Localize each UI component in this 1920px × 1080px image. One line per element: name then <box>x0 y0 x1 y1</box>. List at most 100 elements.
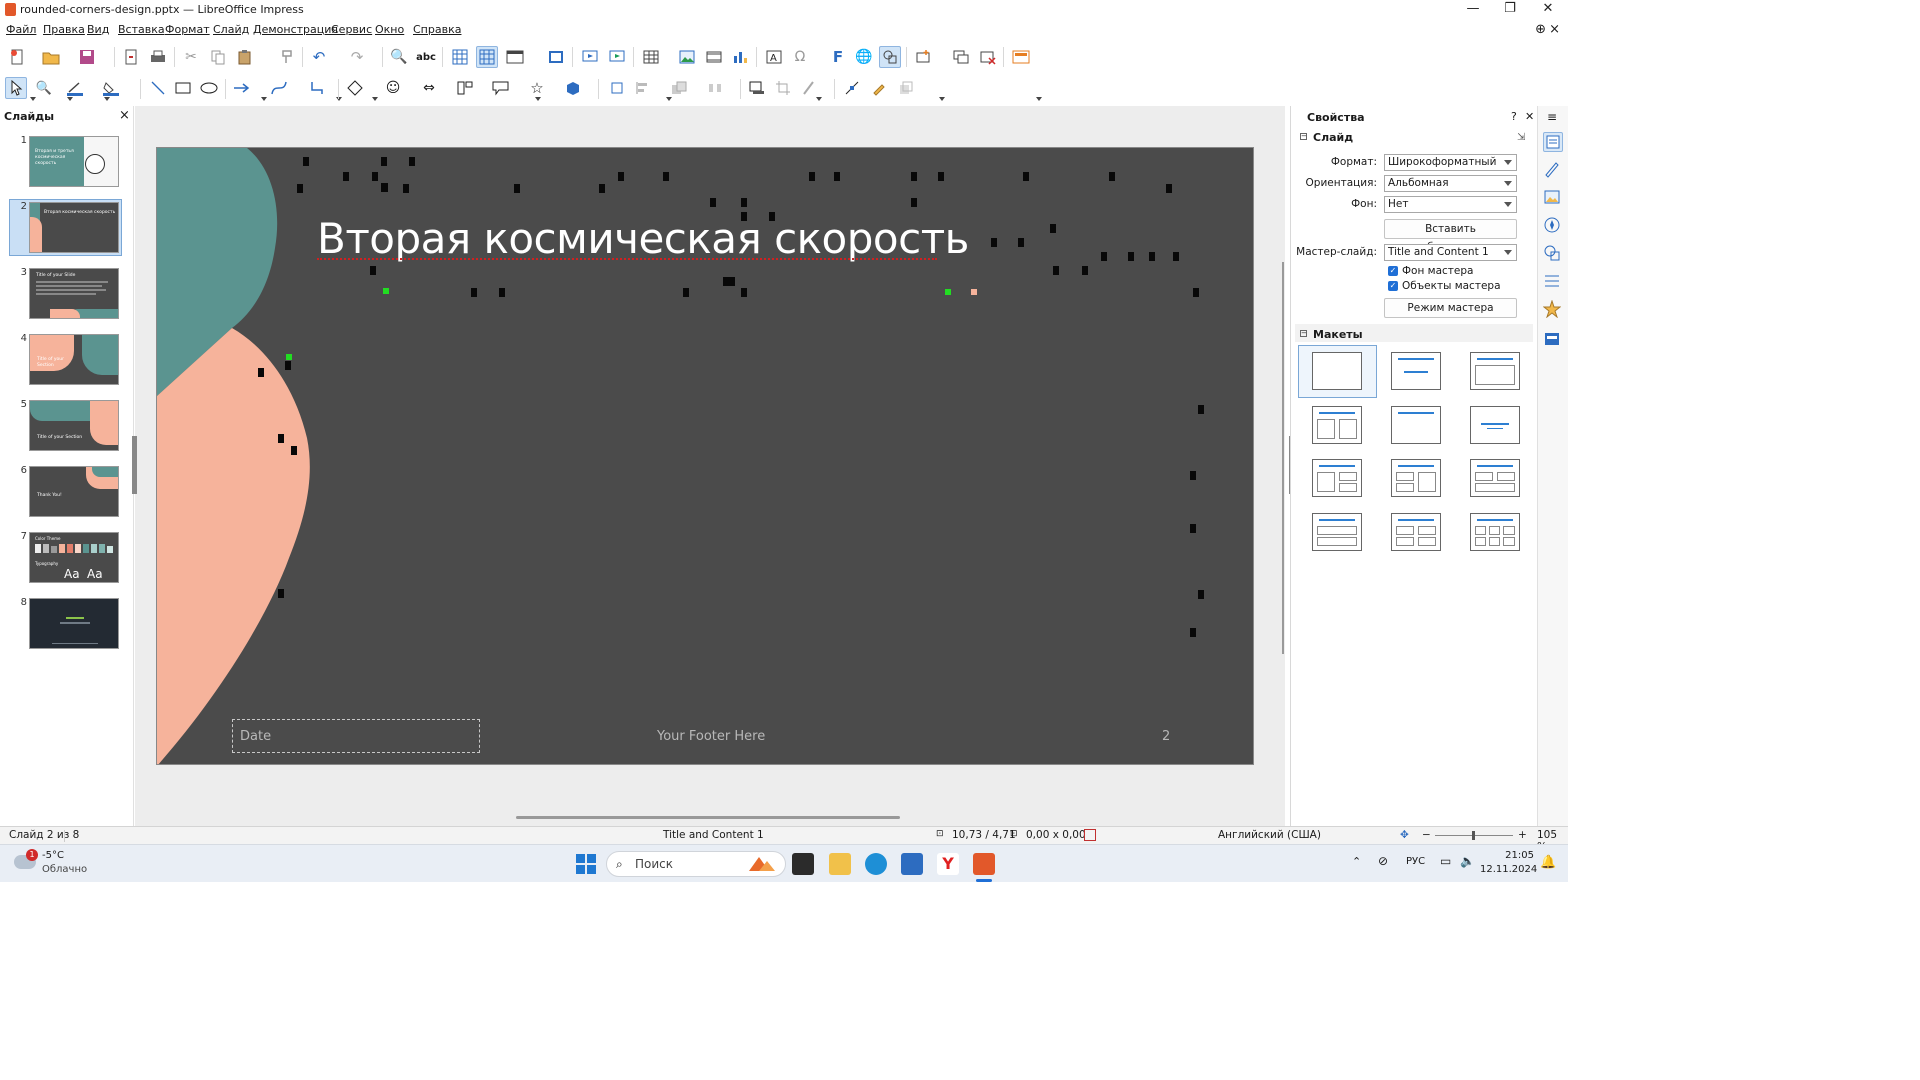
microsoft-store-icon[interactable] <box>901 853 923 875</box>
3d-objects-icon[interactable] <box>562 77 584 99</box>
weather-temp[interactable]: -5°C <box>42 850 64 861</box>
rotate-icon[interactable] <box>606 77 628 99</box>
callouts-icon[interactable] <box>490 77 512 99</box>
toggle-extrusion-icon[interactable] <box>895 77 917 99</box>
zoom-out-button[interactable]: − <box>1422 829 1431 841</box>
maximize-button[interactable]: ❐ <box>1492 0 1528 20</box>
show-draw-functions-icon[interactable] <box>879 46 901 68</box>
align-objects-icon[interactable] <box>632 77 654 99</box>
slide-layout-icon[interactable] <box>1010 46 1032 68</box>
chevron-up-icon[interactable]: ⌃ <box>1352 855 1361 868</box>
menu-slide[interactable]: Слайд <box>213 23 249 36</box>
line-tool-icon[interactable] <box>147 77 169 99</box>
format-select[interactable]: Широкоформатный <box>1384 154 1517 171</box>
layout-title-only[interactable] <box>1391 406 1441 444</box>
slides-pane-collapse-handle[interactable] <box>132 436 137 494</box>
menu-help[interactable]: Справка <box>413 23 461 36</box>
copy-icon[interactable] <box>207 46 229 68</box>
globe-icon[interactable]: ⊕ <box>1535 22 1546 37</box>
display-grid-icon[interactable] <box>449 46 471 68</box>
layout-title-2-content[interactable] <box>1312 406 1362 444</box>
layout-centered-text[interactable] <box>1470 406 1520 444</box>
slide-thumb-1[interactable]: Вторая и третья космическая скорость <box>29 136 119 187</box>
stars-icon[interactable]: ☆ <box>526 77 548 99</box>
more-options-icon[interactable]: ⇲ <box>1517 132 1525 143</box>
insert-media-icon[interactable] <box>703 46 725 68</box>
start-current-slide-icon[interactable] <box>606 46 628 68</box>
windows-start-icon[interactable] <box>575 853 597 878</box>
find-replace-icon[interactable]: 🔍 <box>388 46 410 68</box>
menu-view[interactable]: Вид <box>87 23 109 36</box>
layout-title-4-content[interactable] <box>1391 513 1441 551</box>
menu-tools[interactable]: Сервис <box>331 23 372 36</box>
slide-number-text[interactable]: 2 <box>1162 729 1170 744</box>
slide-thumb-2[interactable]: Вторая космическая скорость <box>29 202 119 253</box>
block-arrows-icon[interactable]: ⇔ <box>418 77 440 99</box>
clone-formatting-icon[interactable] <box>276 46 298 68</box>
properties-deck-icon[interactable] <box>1543 132 1563 152</box>
snap-to-grid-icon[interactable] <box>476 46 498 68</box>
network-icon[interactable]: ⊘ <box>1378 854 1388 868</box>
basic-shapes-icon[interactable] <box>344 77 366 99</box>
background-select[interactable]: Нет <box>1384 196 1517 213</box>
menu-insert[interactable]: Вставка <box>118 23 165 36</box>
shapes-deck-icon[interactable] <box>1543 244 1563 264</box>
volume-icon[interactable]: 🔈 <box>1460 854 1475 868</box>
hyperlink-icon[interactable]: 🌐 <box>853 46 875 68</box>
fontwork-icon[interactable]: F <box>827 46 849 68</box>
weather-desc[interactable]: Облачно <box>42 864 87 875</box>
impress-taskbar-icon[interactable] <box>973 853 995 875</box>
connector-icon[interactable] <box>306 77 328 99</box>
zoom-slider-thumb[interactable] <box>1472 831 1475 840</box>
rectangle-tool-icon[interactable] <box>172 77 194 99</box>
styles-deck-icon[interactable] <box>1543 160 1563 180</box>
paste-icon[interactable] <box>234 46 256 68</box>
master-slide-select[interactable]: Title and Content 1 <box>1384 244 1517 261</box>
menu-slideshow[interactable]: Демонстрация <box>253 23 338 36</box>
menu-edit[interactable]: Правка <box>43 23 85 36</box>
arrow-line-icon[interactable] <box>231 77 253 99</box>
delete-slide-icon[interactable] <box>977 46 999 68</box>
layout-title-6-content[interactable] <box>1470 513 1520 551</box>
new-slide-icon[interactable] <box>912 46 934 68</box>
document-modified-icon[interactable] <box>1084 829 1096 841</box>
orientation-select[interactable]: Альбомная <box>1384 175 1517 192</box>
symbol-shapes-icon[interactable]: ☺ <box>382 77 404 99</box>
layout-title-2-content-over-content[interactable] <box>1470 459 1520 497</box>
zoom-pan-icon[interactable]: 🔍 <box>33 77 55 99</box>
yandex-browser-icon[interactable]: Y <box>937 853 959 875</box>
filter-icon[interactable] <box>798 77 820 99</box>
start-first-slide-icon[interactable] <box>579 46 601 68</box>
insert-table-icon[interactable] <box>640 46 662 68</box>
save-icon[interactable] <box>76 46 98 68</box>
layout-title-content-over-content[interactable] <box>1312 513 1362 551</box>
taskbar-search[interactable]: ⌕ Поиск <box>606 851 786 877</box>
distribute-icon[interactable] <box>704 77 726 99</box>
slide-thumb-8[interactable] <box>29 598 119 649</box>
slide-thumb-7[interactable]: Color Theme Typography Aa Aa <box>29 532 119 583</box>
sidebar-menu-icon[interactable]: ≡ <box>1547 110 1557 124</box>
slide-thumb-6[interactable]: Thank You! <box>29 466 119 517</box>
animation-deck-icon[interactable] <box>1542 299 1563 320</box>
edge-browser-icon[interactable] <box>865 853 887 875</box>
insert-image-icon[interactable] <box>676 46 698 68</box>
fill-color-icon[interactable] <box>100 77 122 99</box>
new-document-icon[interactable] <box>6 46 28 68</box>
display-icon[interactable]: ▭ <box>1440 854 1451 868</box>
undo-icon[interactable]: ↶ <box>308 46 330 68</box>
master-objects-checkbox[interactable]: ✓ <box>1388 281 1398 291</box>
horizontal-scrollbar[interactable] <box>516 816 900 819</box>
layout-title-2-content-content[interactable] <box>1312 459 1362 497</box>
redo-icon[interactable]: ↷ <box>346 46 368 68</box>
vertical-scrollbar[interactable] <box>1282 262 1284 654</box>
slide-thumb-3[interactable]: Title of your Slide <box>29 268 119 319</box>
language-status[interactable]: Английский (США) <box>1218 829 1321 841</box>
flowchart-icon[interactable] <box>454 77 476 99</box>
select-arrow-icon[interactable] <box>5 77 27 99</box>
input-language[interactable]: РУС <box>1406 856 1425 867</box>
menu-file[interactable]: Файл <box>6 23 36 36</box>
master-background-checkbox[interactable]: ✓ <box>1388 266 1398 276</box>
layout-blank[interactable] <box>1312 352 1362 390</box>
slide-canvas[interactable]: Вторая космическая скорость Date Your Fo… <box>156 147 1254 765</box>
menu-format[interactable]: Формат <box>165 23 210 36</box>
